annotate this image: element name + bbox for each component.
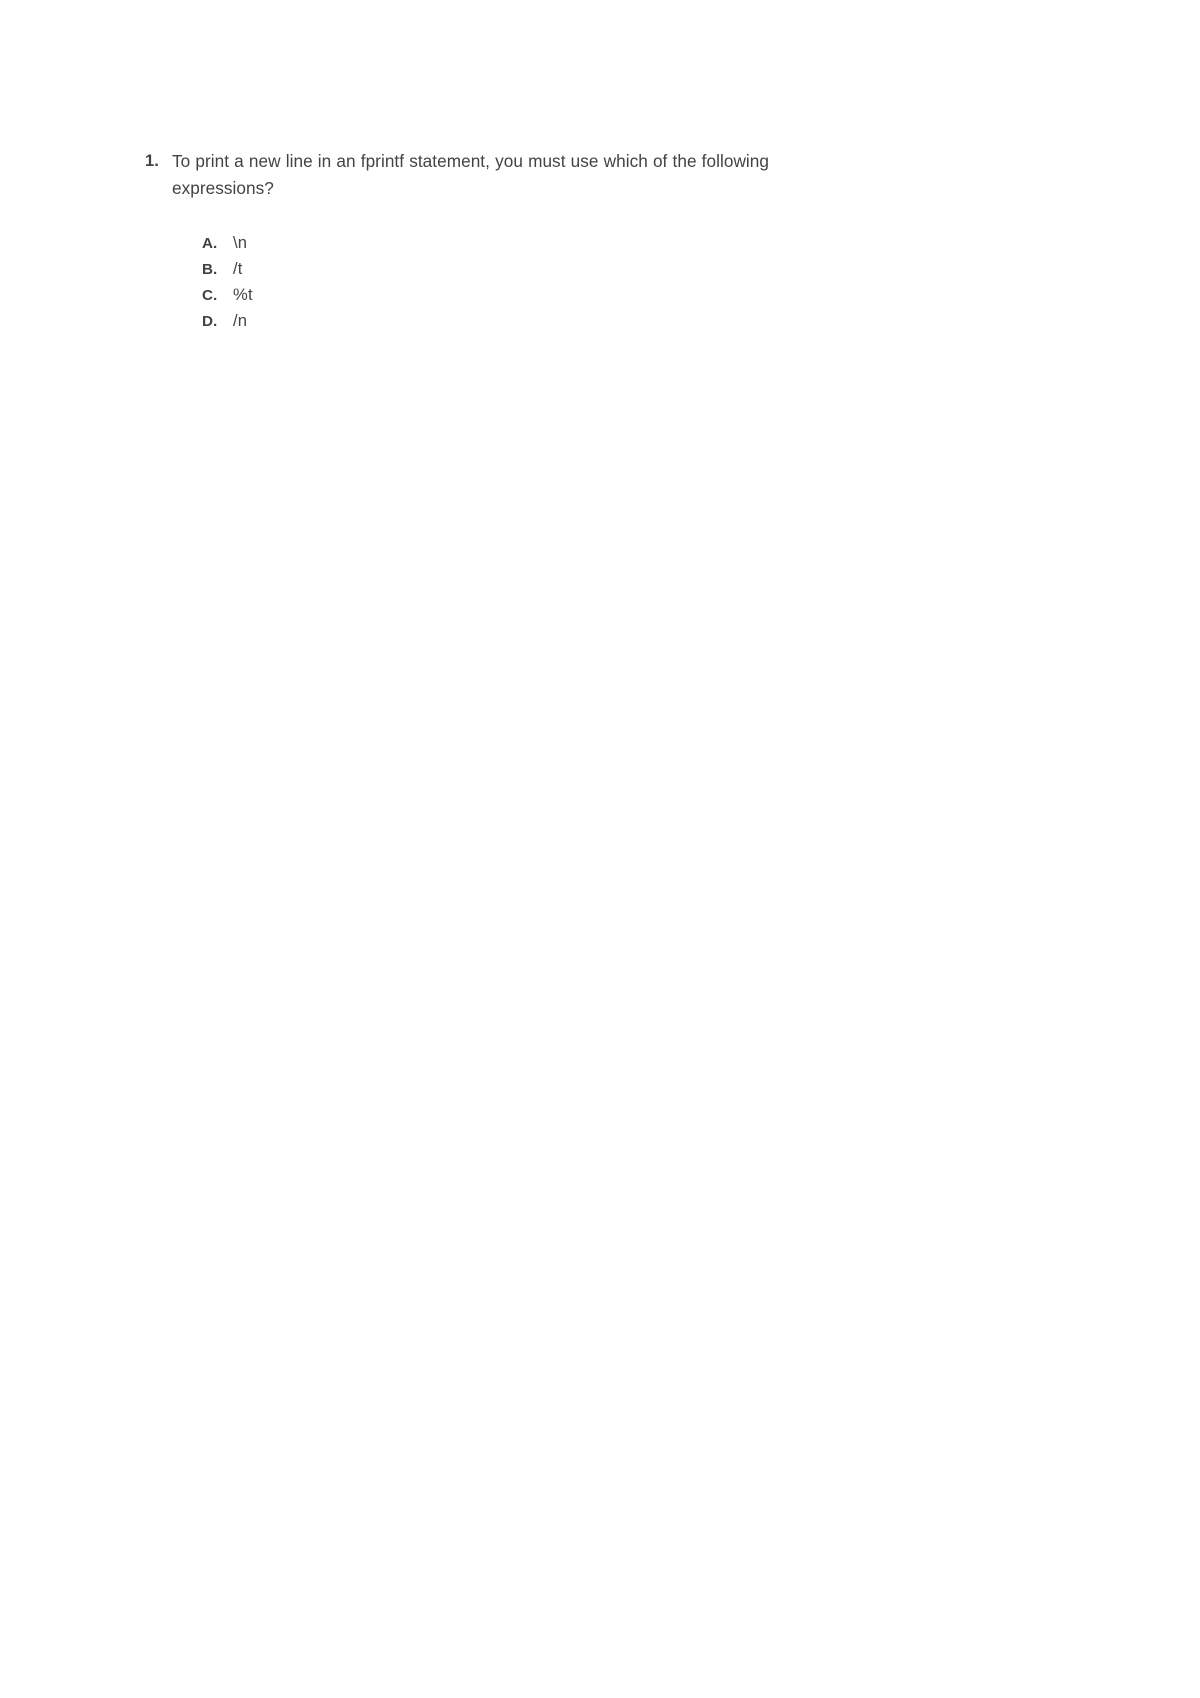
- option-value-d: /n: [233, 311, 248, 330]
- document-page: 1. To print a new line in an fprintf sta…: [0, 0, 1200, 1698]
- option-letter-a: A.: [202, 235, 218, 252]
- answer-options-list: A. \n B. /t C. %t D. /n: [202, 230, 502, 334]
- option-letter-b: B.: [202, 261, 218, 278]
- option-value-a: \n: [233, 233, 248, 252]
- option-value-b: /t: [233, 259, 243, 278]
- question-text: To print a new line in an fprintf statem…: [172, 151, 770, 198]
- option-letter-d: D.: [202, 313, 218, 330]
- option-row-b[interactable]: B. /t: [202, 256, 502, 282]
- question-row: 1. To print a new line in an fprintf sta…: [145, 148, 845, 202]
- option-value-c: %t: [233, 285, 253, 304]
- option-row-c[interactable]: C. %t: [202, 282, 502, 308]
- question-number: 1.: [145, 152, 159, 170]
- option-letter-c: C.: [202, 287, 218, 304]
- question-block: 1. To print a new line in an fprintf sta…: [145, 148, 845, 202]
- option-row-d[interactable]: D. /n: [202, 308, 502, 334]
- option-row-a[interactable]: A. \n: [202, 230, 502, 256]
